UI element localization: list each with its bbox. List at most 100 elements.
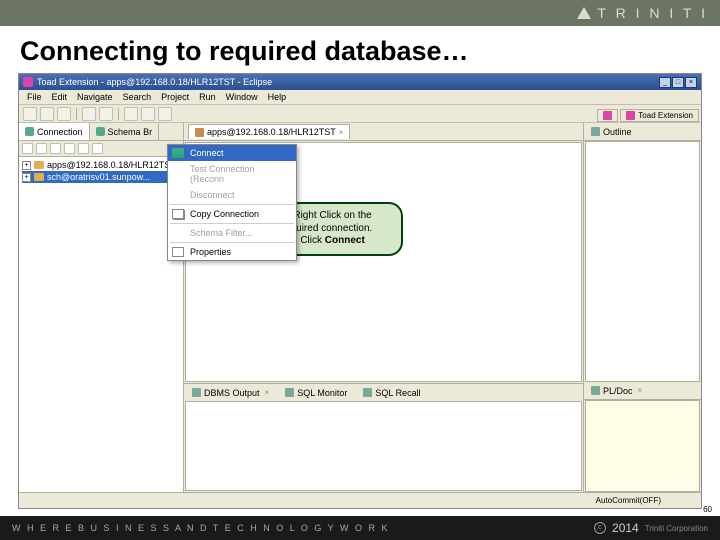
perspective-toad[interactable]: Toad Extension [620,109,699,122]
recall-icon [363,388,372,397]
toolbar-button[interactable] [36,143,47,154]
page-title: Connecting to required database… [20,36,700,67]
menu-bar: File Edit Navigate Search Project Run Wi… [19,90,701,105]
right-pane: Outline PL/Doc× [583,123,701,492]
toolbar-button[interactable] [99,107,113,121]
tab-outline[interactable]: Outline [587,126,636,138]
toolbar-button[interactable] [64,143,75,154]
outline-panel: Outline [584,123,701,382]
tree-item-connection-selected[interactable]: + sch@oratrisv01.sunpow... [22,171,180,183]
menu-test-connection[interactable]: Test Connection (Reconn [168,161,296,187]
separator [170,242,294,243]
close-button[interactable]: × [685,77,697,88]
tab-sql-monitor[interactable]: SQL Monitor [281,387,351,399]
menu-project[interactable]: Project [157,91,193,103]
tab-connection[interactable]: Connection [19,123,90,140]
tab-sql-recall[interactable]: SQL Recall [359,387,424,399]
separator [76,108,77,120]
pldoc-panel: PL/Doc× [584,382,701,492]
menu-disconnect[interactable]: Disconnect [168,187,296,203]
connection-label: apps@192.168.0.18/HLR12TST [47,160,176,170]
toolbar-button[interactable] [50,143,61,154]
pldoc-tab-bar: PL/Doc× [584,382,701,400]
tab-dbms-output[interactable]: DBMS Output× [188,387,273,399]
menu-edit[interactable]: Edit [48,91,72,103]
toolbar-button[interactable] [40,107,54,121]
expand-icon[interactable]: + [22,173,31,182]
database-icon [34,173,44,181]
tab-pldoc[interactable]: PL/Doc× [587,385,646,397]
menu-copy-connection[interactable]: Copy Connection [168,206,296,222]
close-tab-icon[interactable]: × [339,128,344,137]
maximize-button[interactable]: □ [672,77,684,88]
brand-name: T R I N I T I [597,5,708,21]
workspace: Connection Schema Br + apps@192.168.0.18… [19,123,701,492]
brand-bar: T R I N I T I [0,0,720,26]
minimize-button[interactable]: _ [659,77,671,88]
perspective-open[interactable] [597,109,618,122]
left-pane-tabs: Connection Schema Br [19,123,183,141]
perspective-switcher: Toad Extension [597,107,699,123]
output-icon [192,388,201,397]
menu-properties[interactable]: Properties [168,244,296,260]
pldoc-body[interactable] [585,400,700,492]
outline-icon [591,127,600,136]
page-number: 60 [703,505,712,514]
tree-item-connection[interactable]: + apps@192.168.0.18/HLR12TST [22,159,180,171]
app-icon [23,77,33,87]
toolbar-button[interactable] [22,143,33,154]
brand-logo: T R I N I T I [577,5,708,21]
toolbar-button[interactable] [82,107,96,121]
status-bar: AutoCommit(OFF) [19,492,701,508]
toolbar-button[interactable] [92,143,103,154]
output-panel[interactable] [185,401,582,491]
menu-schema-filter[interactable]: Schema Filter... [168,225,296,241]
connect-icon [172,148,184,158]
toad-icon [626,111,635,120]
separator [170,223,294,224]
footer-right: c 2014 Triniti Corporation [594,521,708,535]
slide-footer: W H E R E B U S I N E S S A N D T E C H … [0,516,720,540]
menu-run[interactable]: Run [195,91,220,103]
separator [118,108,119,120]
menu-connect[interactable]: Connect [168,145,296,161]
menu-search[interactable]: Search [119,91,156,103]
tree-icon [96,127,105,136]
footer-tagline: W H E R E B U S I N E S S A N D T E C H … [12,523,390,533]
triangle-icon [577,7,591,19]
window-titlebar[interactable]: Toad Extension - apps@192.168.0.18/HLR12… [19,74,701,90]
left-pane: Connection Schema Br + apps@192.168.0.18… [19,123,184,492]
menu-help[interactable]: Help [264,91,291,103]
toolbar-button[interactable] [57,107,71,121]
menu-window[interactable]: Window [222,91,262,103]
copyright-icon: c [594,522,606,534]
toolbar-button[interactable] [23,107,37,121]
outline-body[interactable] [585,141,700,382]
toolbar-button[interactable] [78,143,89,154]
menu-file[interactable]: File [23,91,46,103]
footer-corp: Triniti Corporation [645,524,708,533]
toolbar-button[interactable] [141,107,155,121]
separator [170,204,294,205]
outline-tab-bar: Outline [584,123,701,141]
window-title: Toad Extension - apps@192.168.0.18/HLR12… [37,77,272,87]
toolbar-button[interactable] [158,107,172,121]
doc-icon [591,386,600,395]
copy-icon [172,209,184,219]
footer-year: 2014 [612,521,639,535]
editor-tab[interactable]: apps@192.168.0.18/HLR12TST × [188,124,350,139]
close-icon[interactable]: × [638,386,643,395]
toolbar-button[interactable] [124,107,138,121]
editor-tab-bar: apps@192.168.0.18/HLR12TST × [184,123,583,141]
expand-icon[interactable]: + [22,161,31,170]
close-icon[interactable]: × [265,388,270,397]
monitor-icon [285,388,294,397]
slide-title-area: Connecting to required database… [0,26,720,73]
autocommit-status: AutoCommit(OFF) [596,496,661,505]
plug-icon [25,127,34,136]
connection-tree: + apps@192.168.0.18/HLR12TST + sch@oratr… [19,157,183,492]
properties-icon [172,247,184,257]
tab-schema-browser[interactable]: Schema Br [90,123,160,140]
eclipse-window: Toad Extension - apps@192.168.0.18/HLR12… [18,73,702,509]
menu-navigate[interactable]: Navigate [73,91,117,103]
